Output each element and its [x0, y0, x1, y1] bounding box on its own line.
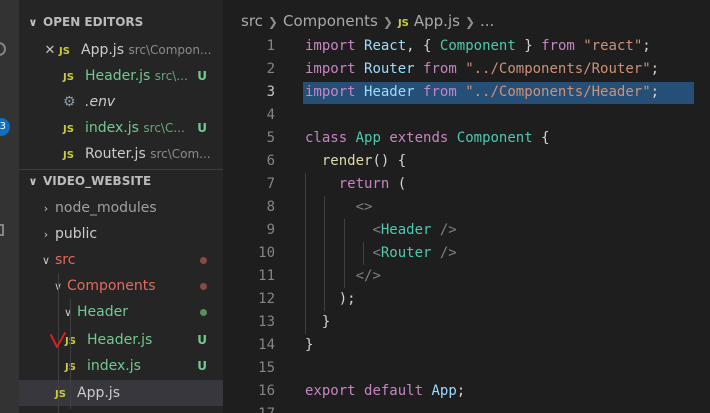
folder-header[interactable]: ∨ Header [19, 299, 223, 325]
code-line: <Header /> [372, 222, 457, 238]
line-number: 5 [266, 130, 275, 146]
code-line: return ( [338, 176, 407, 192]
chevron-right-icon: ❯ [267, 15, 278, 29]
line-number: 13 [258, 314, 275, 330]
explorer-sidebar: ∨ OPEN EDITORS ✕ JS App.js src\Compon... JS… [19, 0, 223, 413]
code-line: ); [338, 291, 356, 307]
hand-drawn-check-mark [50, 332, 66, 348]
code-line: import React, { Component } from "react"… [305, 38, 651, 54]
breadcrumb: src ❯ Components ❯ JS App.js ❯... [241, 12, 494, 34]
line-number: 3 [266, 84, 275, 100]
chevron-right-icon: ❯ [382, 15, 393, 29]
folder-node-modules[interactable]: › node_modules [19, 195, 223, 221]
chevron-down-icon: ∨ [41, 254, 51, 267]
breadcrumb-item[interactable]: Components [283, 12, 378, 30]
line-number: 16 [258, 383, 275, 399]
code-line: <> [355, 199, 373, 215]
js-file-icon: JS [63, 150, 74, 161]
code-editor[interactable]: src ❯ Components ❯ JS App.js ❯... 1 2 3 4 5 6 … [223, 0, 710, 413]
code-line: } [305, 337, 314, 353]
untracked-badge: U [197, 69, 207, 83]
gear-icon: ⚙ [63, 94, 76, 110]
code-line: import Header from "../Components/Header… [305, 84, 660, 100]
line-number: 17 [223, 403, 275, 413]
open-editors-header[interactable]: ∨ OPEN EDITORS [19, 11, 223, 33]
code-line: class App extends Component { [305, 130, 550, 146]
chevron-right-icon: › [43, 202, 49, 215]
code-line: export default App; [305, 383, 466, 399]
untracked-badge: U [197, 121, 207, 135]
js-file-icon: JS [63, 72, 74, 83]
project-header[interactable]: ∨ VIDEO_WEBSITE [19, 169, 223, 191]
line-number: 1 [266, 38, 275, 54]
open-editor-item-router[interactable]: JS Router.js src\Com... [19, 141, 223, 167]
chevron-down-icon: ∨ [63, 306, 73, 319]
code-line: render() { [321, 153, 407, 169]
open-editor-item-header[interactable]: JS Header.js src\... U [19, 63, 223, 89]
chevron-right-icon: ❯ [464, 15, 475, 29]
folder-components[interactable]: ∨Components [19, 273, 223, 299]
code-line: <Router /> [372, 245, 457, 261]
modified-dot [200, 283, 207, 290]
notification-badge: 3 [0, 118, 10, 136]
tree-indent-guide [70, 299, 71, 409]
modified-dot [200, 257, 207, 264]
close-icon[interactable]: ✕ [41, 38, 59, 63]
open-editor-item-env[interactable]: ⚙ .env [19, 89, 223, 115]
untracked-dot [200, 309, 207, 316]
file-app-js[interactable]: JS App.js [19, 380, 223, 406]
js-file-icon: JS [63, 124, 74, 135]
line-number: 14 [258, 337, 275, 353]
chevron-down-icon: ∨ [28, 16, 38, 29]
explorer-icon[interactable] [0, 40, 19, 60]
breadcrumb-item[interactable]: src [241, 12, 263, 30]
line-number: 9 [266, 222, 275, 238]
line-number: 12 [258, 291, 275, 307]
line-number: 4 [266, 107, 275, 123]
breadcrumb-item[interactable]: App.js [414, 12, 460, 30]
line-number: 2 [266, 61, 275, 77]
line-number: 10 [258, 245, 275, 261]
line-number: 15 [258, 360, 275, 376]
folder-src[interactable]: ∨ src [19, 247, 223, 273]
file-index-js[interactable]: JSindex.js U [19, 353, 223, 379]
open-editor-item-app[interactable]: ✕ JS App.js src\Compon... [19, 37, 223, 63]
js-file-icon: JS [397, 18, 409, 29]
js-file-icon: JS [65, 355, 87, 379]
untracked-badge: U [197, 359, 207, 373]
chevron-down-icon: ∨ [28, 175, 38, 188]
code-line: } [321, 314, 331, 330]
line-number: 8 [266, 199, 275, 215]
breadcrumb-item[interactable]: ... [480, 12, 494, 30]
js-file-icon: JS [59, 46, 70, 57]
activity-bar: 3 [0, 0, 19, 413]
chevron-right-icon: › [43, 228, 49, 241]
line-number: 6 [266, 153, 275, 169]
code-line: import Router from "../Components/Router… [305, 61, 660, 77]
open-editor-item-index[interactable]: JS index.js src\C... U [19, 115, 223, 141]
line-number: 11 [258, 268, 275, 284]
code-line: </> [355, 268, 381, 284]
untracked-badge: U [197, 333, 207, 347]
folder-public[interactable]: › public [19, 221, 223, 247]
line-number: 7 [266, 176, 275, 192]
extensions-icon[interactable] [0, 222, 19, 242]
